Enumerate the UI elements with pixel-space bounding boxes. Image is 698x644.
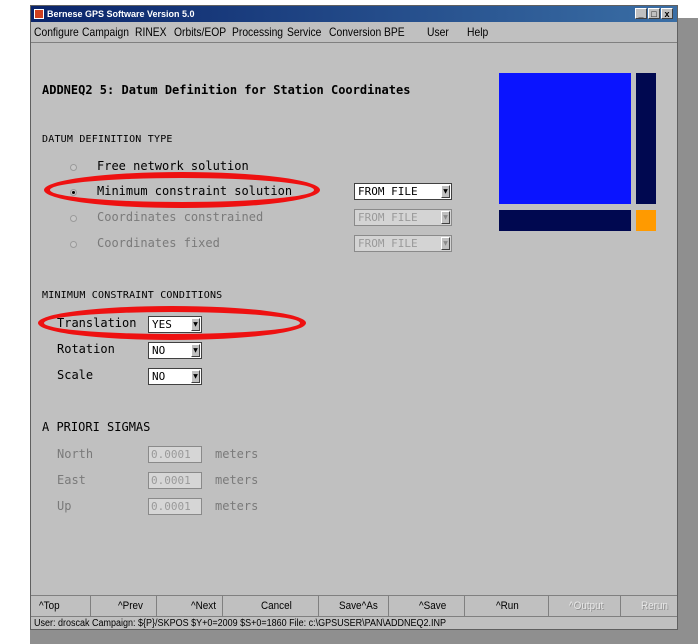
menu-orbits-eop[interactable]: Orbits/EOP [174, 23, 226, 41]
bernese-logo-bar [636, 73, 656, 204]
save-button[interactable]: ^Save [389, 596, 465, 616]
save-as-button[interactable]: Save^As [319, 596, 389, 616]
select-value: NO [152, 370, 166, 383]
sigma-east-label: East [57, 473, 86, 487]
next-button-label: ^Next [191, 600, 217, 612]
dropdown-arrow-icon: ▼ [191, 370, 200, 383]
window-title: Bernese GPS Software Version 5.0 [47, 9, 195, 19]
minimum-constraint-source-select[interactable]: FROM FILE ▼ [354, 183, 452, 200]
datum-section-title: DATUM DEFINITION TYPE [42, 134, 173, 145]
output-button[interactable]: ^Output [549, 596, 621, 616]
menu-bpe[interactable]: BPE [384, 23, 405, 41]
run-button-label: ^Run [496, 600, 519, 612]
sigma-north-label: North [57, 447, 94, 461]
main-window: Bernese GPS Software Version 5.0 _ □ x C… [30, 5, 678, 630]
scale-select[interactable]: NO ▼ [148, 368, 202, 385]
sigma-up-input[interactable]: 0.0001 [148, 498, 202, 515]
coordinates-constrained-source-select[interactable]: FROM FILE ▼ [354, 209, 452, 226]
conditions-section-title: MINIMUM CONSTRAINT CONDITIONS [42, 290, 223, 301]
sigma-east-input[interactable]: 0.0001 [148, 472, 202, 489]
menu-bar: Configure Campaign RINEX Orbits/EOP Proc… [31, 23, 677, 41]
select-value: NO [152, 344, 166, 357]
panel-heading: ADDNEQ2 5: Datum Definition for Station … [42, 83, 411, 97]
menu-conversion[interactable]: Conversion [329, 23, 381, 41]
menu-processing[interactable]: Processing [232, 23, 283, 41]
sigma-north-input[interactable]: 0.0001 [148, 446, 202, 463]
dropdown-arrow-icon: ▼ [191, 344, 200, 357]
dropdown-arrow-icon: ▼ [441, 185, 450, 198]
rerun-button[interactable]: Rerun [621, 596, 677, 616]
save-as-button-label: Save^As [339, 600, 378, 612]
bernese-logo-block [499, 73, 631, 204]
option-coordinates-constrained-label: Coordinates constrained [97, 210, 264, 224]
title-bar[interactable]: Bernese GPS Software Version 5.0 _ □ x [31, 6, 677, 22]
menu-help[interactable]: Help [467, 23, 488, 41]
radio-free-network[interactable] [70, 164, 77, 171]
option-free-network-label: Free network solution [97, 159, 249, 173]
menu-rinex[interactable]: RINEX [135, 23, 167, 41]
condition-rotation-label: Rotation [57, 342, 115, 356]
input-panel: ADDNEQ2 5: Datum Definition for Station … [31, 42, 677, 595]
prev-button-label: ^Prev [118, 600, 144, 612]
top-button[interactable]: ^Top [31, 596, 91, 616]
menu-campaign[interactable]: Campaign [82, 23, 129, 41]
run-button[interactable]: ^Run [465, 596, 549, 616]
sigma-up-label: Up [57, 499, 72, 513]
dropdown-arrow-icon: ▼ [441, 211, 450, 224]
highlight-translation [38, 306, 306, 340]
dropdown-arrow-icon: ▼ [441, 237, 450, 250]
sigma-east-unit: meters [215, 473, 259, 487]
radio-coordinates-fixed[interactable] [70, 241, 77, 248]
command-toolbar: ^Top ^Prev ^Next Cancel Save^As ^Save ^R… [31, 595, 677, 616]
maximize-button[interactable]: □ [648, 8, 660, 19]
next-button[interactable]: ^Next [157, 596, 223, 616]
option-coordinates-fixed-label: Coordinates fixed [97, 236, 220, 250]
output-button-label: ^Output [569, 600, 604, 612]
save-button-label: ^Save [419, 600, 447, 612]
cancel-button-label: Cancel [261, 600, 292, 612]
cancel-button[interactable]: Cancel [223, 596, 319, 616]
radio-coordinates-constrained[interactable] [70, 215, 77, 222]
bernese-logo-accent [636, 210, 656, 231]
sigmas-section-title: A PRIORI SIGMAS [42, 420, 151, 434]
coordinates-fixed-source-select[interactable]: FROM FILE ▼ [354, 235, 452, 252]
prev-button[interactable]: ^Prev [91, 596, 157, 616]
menu-service[interactable]: Service [287, 23, 321, 41]
rotation-select[interactable]: NO ▼ [148, 342, 202, 359]
highlight-minimum-constraint [44, 172, 320, 208]
sigma-north-unit: meters [215, 447, 259, 461]
bernese-logo-footer [499, 210, 631, 231]
minimize-button[interactable]: _ [635, 8, 647, 19]
status-text: User: droscak Campaign: ${P}/SKPOS $Y+0=… [34, 618, 447, 629]
app-icon [34, 9, 44, 19]
select-value: FROM FILE [358, 185, 418, 198]
select-value: FROM FILE [358, 237, 418, 250]
menu-user[interactable]: User [427, 23, 449, 41]
status-bar: User: droscak Campaign: ${P}/SKPOS $Y+0=… [31, 616, 677, 631]
rerun-button-label: Rerun [641, 600, 668, 612]
sigma-up-unit: meters [215, 499, 259, 513]
top-button-label: ^Top [39, 600, 60, 612]
condition-scale-label: Scale [57, 368, 94, 382]
select-value: FROM FILE [358, 211, 418, 224]
close-button[interactable]: x [661, 8, 673, 19]
menu-configure[interactable]: Configure [34, 23, 79, 41]
